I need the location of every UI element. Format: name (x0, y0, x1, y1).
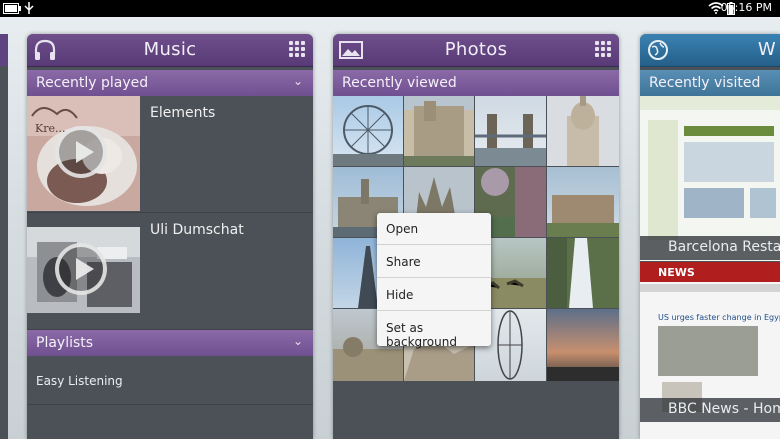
track-item[interactable]: Kre... Elements (27, 96, 313, 213)
menu-item-share[interactable]: Share (377, 246, 491, 278)
chevron-down-icon[interactable]: ⌄ (293, 334, 303, 348)
track-name: Elements (150, 105, 216, 121)
battery-icon (3, 3, 21, 14)
photos-header: Photos (333, 34, 619, 67)
recently-played-bar[interactable]: Recently played ⌄ (27, 70, 313, 96)
play-icon[interactable] (55, 126, 107, 178)
music-app-grid-icon[interactable] (289, 41, 305, 57)
recently-viewed-bar[interactable]: Recently viewed (333, 70, 619, 96)
web-page-caption: BBC News - Hom (640, 398, 780, 422)
track-item[interactable]: Uli Dumschat (27, 213, 313, 330)
album-art: Kre... (27, 96, 140, 211)
svg-text:NEWS: NEWS (658, 266, 695, 279)
photo-thumbnail[interactable] (547, 167, 619, 237)
status-bar: 06:16 PM (0, 0, 780, 17)
photo-thumbnail[interactable] (547, 238, 619, 308)
photo-thumbnail[interactable] (333, 96, 403, 166)
photos-title: Photos (444, 39, 508, 60)
recently-visited-label: Recently visited (649, 75, 761, 91)
menu-item-set-as-background[interactable]: Set as background (377, 312, 491, 349)
menu-item-open[interactable]: Open (377, 213, 491, 245)
photo-thumbnail[interactable] (547, 309, 619, 381)
play-icon[interactable] (55, 243, 107, 295)
album-art (27, 227, 140, 313)
track-name: Uli Dumschat (150, 222, 244, 238)
svg-text:Kre...: Kre... (35, 122, 65, 135)
web-panel: W Recently visited Barcelona Restau NEWS… (640, 34, 780, 439)
music-title: Music (143, 39, 197, 60)
svg-text:US urges faster change in Egyp: US urges faster change in Egypt (658, 313, 780, 322)
web-page-caption: Barcelona Restau (640, 236, 780, 260)
globe-icon (648, 40, 668, 60)
chevron-down-icon[interactable]: ⌄ (293, 74, 303, 88)
recently-visited-bar[interactable]: Recently visited (640, 70, 780, 96)
playlists-label: Playlists (36, 335, 94, 351)
previous-panel-edge[interactable] (0, 34, 8, 439)
playlist-row[interactable]: Easy Listening (27, 356, 313, 405)
web-title: W (757, 39, 776, 60)
photo-thumbnail[interactable] (404, 96, 474, 166)
playlist-name: Easy Listening (36, 374, 123, 388)
music-panel: Music Recently played ⌄ Kre... Elements (27, 34, 313, 439)
clock: 06:16 PM (720, 1, 772, 14)
photo-thumbnail[interactable] (547, 96, 619, 166)
web-header: W (640, 34, 780, 67)
recently-viewed-label: Recently viewed (342, 75, 457, 91)
photos-app-grid-icon[interactable] (595, 41, 611, 57)
playlists-bar[interactable]: Playlists ⌄ (27, 330, 313, 356)
photo-thumbnail[interactable] (475, 96, 546, 166)
usb-icon (24, 2, 34, 14)
photo-context-menu: Open Share Hide Set as background (377, 213, 491, 349)
music-header: Music (27, 34, 313, 67)
menu-item-hide[interactable]: Hide (377, 279, 491, 311)
recently-played-label: Recently played (36, 75, 149, 91)
